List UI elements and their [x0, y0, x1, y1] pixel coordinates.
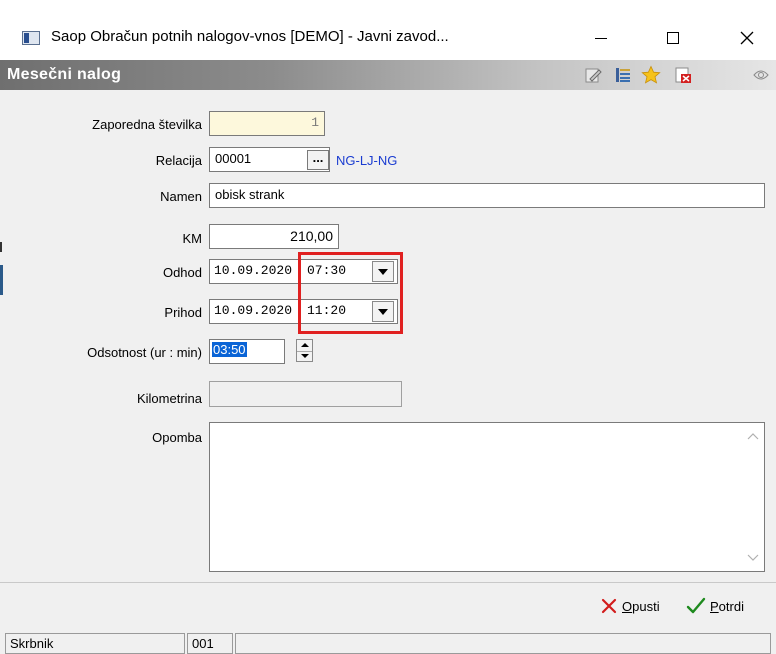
purpose-input[interactable]: obisk strank [209, 183, 765, 208]
absence-label: Odsotnost (ur : min) [87, 345, 202, 360]
time-fields-highlight [298, 252, 403, 334]
sequence-number-field: 1 [209, 111, 325, 136]
absence-value: 03:50 [212, 342, 247, 357]
note-label: Opomba [152, 430, 202, 445]
form-header-title: Mesečni nalog [7, 66, 122, 83]
spin-up-button[interactable] [297, 340, 312, 351]
route-name-link[interactable]: NG-LJ-NG [336, 153, 397, 168]
departure-date-input[interactable]: 10.09.2020 [209, 259, 301, 284]
delete-document-icon[interactable] [673, 65, 693, 85]
chevron-up-icon [300, 343, 309, 348]
list-icon[interactable] [613, 65, 633, 85]
cancel-button[interactable]: Opusti [600, 597, 660, 615]
departure-label: Odhod [162, 265, 202, 280]
maximize-button[interactable] [650, 20, 696, 56]
note-textarea[interactable] [209, 422, 765, 572]
spin-down-button[interactable] [297, 350, 312, 362]
route-label: Relacija [155, 153, 202, 168]
km-input[interactable]: 210,00 [209, 224, 339, 249]
status-message [235, 633, 771, 654]
mileage-field [209, 381, 402, 407]
scroll-down-icon[interactable] [747, 554, 759, 562]
app-icon [22, 31, 40, 45]
confirm-button[interactable]: Potrdi [686, 597, 744, 615]
arrival-label: Prihod [164, 305, 202, 320]
cancel-label: Opusti [622, 598, 660, 614]
sequence-number-label: Zaporedna številka [92, 117, 202, 132]
status-bar: Skrbnik 001 [0, 632, 776, 654]
purpose-label: Namen [160, 189, 202, 204]
close-icon [740, 31, 754, 45]
star-icon[interactable] [641, 65, 661, 85]
button-bar: Opusti Potrdi [0, 582, 776, 632]
status-field-value: 001 [187, 633, 233, 654]
absence-spinner[interactable] [296, 339, 313, 362]
left-edge-mark [0, 265, 3, 295]
minimize-button[interactable] [578, 20, 624, 56]
km-label: KM [182, 231, 203, 246]
status-field-name: Skrbnik [5, 633, 185, 654]
maximize-icon [667, 32, 679, 44]
cancel-icon [601, 598, 617, 614]
checkmark-icon [686, 597, 706, 614]
minimize-icon [595, 37, 607, 39]
close-button[interactable] [724, 20, 770, 56]
route-browse-button[interactable]: ... [307, 150, 329, 170]
left-edge-mark [0, 242, 2, 252]
window-title-bar: Saop Obračun potnih nalogov-vnos [DEMO] … [0, 0, 776, 60]
arrival-date-input[interactable]: 10.09.2020 [209, 299, 301, 324]
mileage-label: Kilometrina [136, 391, 202, 406]
confirm-label: Potrdi [710, 598, 744, 614]
chevron-down-icon [300, 354, 309, 359]
window-title: Saop Obračun potnih nalogov-vnos [DEMO] … [51, 28, 449, 45]
more-icon[interactable] [751, 65, 771, 85]
edit-icon[interactable] [583, 65, 603, 85]
note-scrollbar[interactable] [745, 426, 761, 568]
scroll-up-icon[interactable] [747, 432, 759, 440]
form-header: Mesečni nalog [0, 60, 776, 90]
absence-input[interactable]: 03:50 [209, 339, 285, 364]
